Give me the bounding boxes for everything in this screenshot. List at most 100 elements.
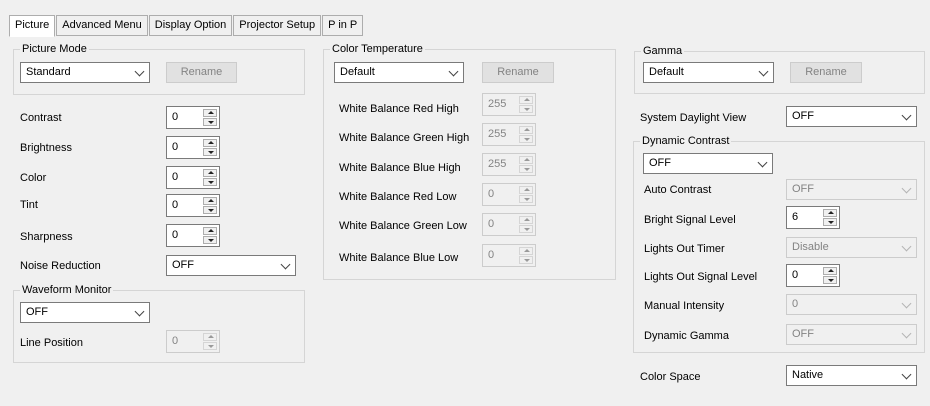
spin-up-icon[interactable] bbox=[203, 333, 217, 341]
waveform-monitor-select[interactable]: OFF bbox=[20, 302, 150, 323]
color-space-value: Native bbox=[792, 369, 824, 381]
color-temperature-rename-button[interactable]: Rename bbox=[482, 62, 554, 83]
spin-up-icon[interactable] bbox=[519, 216, 533, 224]
picture-mode-select[interactable]: Standard bbox=[20, 62, 150, 83]
chevron-down-icon bbox=[758, 66, 769, 77]
spin-up-icon[interactable] bbox=[519, 186, 533, 194]
wb-blue-high-spinbox[interactable]: 255 bbox=[482, 153, 536, 176]
daylight-label: System Daylight View bbox=[640, 112, 747, 124]
picture-mode-title: Picture Mode bbox=[20, 42, 89, 56]
tab-bar: Picture Advanced Menu Display Option Pro… bbox=[9, 15, 364, 37]
color-temperature-select[interactable]: Default bbox=[334, 62, 464, 83]
wb-red-high-value: 255 bbox=[488, 98, 507, 110]
gamma-rename-button[interactable]: Rename bbox=[790, 62, 862, 83]
contrast-label: Contrast bbox=[20, 112, 62, 124]
dynamic-contrast-title: Dynamic Contrast bbox=[640, 134, 732, 148]
contrast-spinbox[interactable]: 0 bbox=[166, 106, 220, 129]
sharpness-spinbox[interactable]: 0 bbox=[166, 224, 220, 247]
spin-down-icon[interactable] bbox=[519, 135, 533, 143]
color-temperature-title: Color Temperature bbox=[330, 42, 425, 56]
waveform-monitor-group: Waveform Monitor bbox=[13, 283, 305, 363]
wb-red-low-value: 0 bbox=[488, 188, 495, 200]
chevron-down-icon bbox=[901, 241, 912, 252]
spin-up-icon[interactable] bbox=[203, 169, 217, 177]
lights-out-timer-select[interactable]: Disable bbox=[786, 237, 917, 258]
auto-contrast-select[interactable]: OFF bbox=[786, 179, 917, 200]
tab-projector-setup[interactable]: Projector Setup bbox=[233, 15, 322, 36]
auto-contrast-value: OFF bbox=[792, 183, 814, 195]
spin-up-icon[interactable] bbox=[203, 227, 217, 235]
bright-signal-spinbox[interactable]: 6 bbox=[786, 206, 840, 229]
daylight-select[interactable]: OFF bbox=[786, 106, 917, 127]
spin-up-icon[interactable] bbox=[203, 139, 217, 147]
wb-green-low-label: White Balance Green Low bbox=[339, 220, 467, 232]
spin-down-icon[interactable] bbox=[823, 276, 837, 284]
chevron-down-icon bbox=[280, 259, 291, 270]
wb-blue-high-value: 255 bbox=[488, 158, 507, 170]
lights-out-signal-spinbox[interactable]: 0 bbox=[786, 264, 840, 287]
wb-blue-low-spinbox[interactable]: 0 bbox=[482, 244, 536, 267]
dynamic-gamma-select[interactable]: OFF bbox=[786, 324, 917, 345]
wb-green-high-spinbox[interactable]: 255 bbox=[482, 123, 536, 146]
daylight-value: OFF bbox=[792, 110, 814, 122]
tab-advanced-menu[interactable]: Advanced Menu bbox=[56, 15, 148, 36]
dynamic-contrast-value: OFF bbox=[649, 157, 671, 169]
manual-intensity-select[interactable]: 0 bbox=[786, 294, 917, 315]
spin-down-icon[interactable] bbox=[203, 178, 217, 186]
chevron-down-icon bbox=[134, 66, 145, 77]
wb-red-low-spinbox[interactable]: 0 bbox=[482, 183, 536, 206]
wb-red-low-label: White Balance Red Low bbox=[339, 191, 457, 203]
spin-up-icon[interactable] bbox=[519, 126, 533, 134]
spin-down-icon[interactable] bbox=[519, 165, 533, 173]
color-value: 0 bbox=[172, 171, 179, 183]
wb-green-low-value: 0 bbox=[488, 218, 495, 230]
spin-down-icon[interactable] bbox=[519, 225, 533, 233]
wb-green-low-spinbox[interactable]: 0 bbox=[482, 213, 536, 236]
spin-up-icon[interactable] bbox=[519, 247, 533, 255]
spin-down-icon[interactable] bbox=[519, 256, 533, 264]
noise-reduction-value: OFF bbox=[172, 259, 194, 271]
wb-red-high-spinbox[interactable]: 255 bbox=[482, 93, 536, 116]
line-position-label: Line Position bbox=[20, 337, 83, 349]
chevron-down-icon bbox=[448, 66, 459, 77]
tint-spinbox[interactable]: 0 bbox=[166, 194, 220, 217]
spin-up-icon[interactable] bbox=[823, 209, 837, 217]
color-space-label: Color Space bbox=[640, 371, 701, 383]
spin-up-icon[interactable] bbox=[823, 267, 837, 275]
spin-down-icon[interactable] bbox=[519, 195, 533, 203]
wb-blue-high-label: White Balance Blue High bbox=[339, 162, 461, 174]
noise-reduction-select[interactable]: OFF bbox=[166, 255, 296, 276]
line-position-spinbox[interactable]: 0 bbox=[166, 330, 220, 353]
spin-down-icon[interactable] bbox=[203, 236, 217, 244]
spin-up-icon[interactable] bbox=[203, 109, 217, 117]
tab-picture[interactable]: Picture bbox=[9, 15, 56, 37]
spin-down-icon[interactable] bbox=[203, 342, 217, 350]
picture-mode-rename-button[interactable]: Rename bbox=[166, 62, 237, 83]
chevron-down-icon bbox=[901, 298, 912, 309]
brightness-spinbox[interactable]: 0 bbox=[166, 136, 220, 159]
spin-up-icon[interactable] bbox=[519, 96, 533, 104]
bright-signal-label: Bright Signal Level bbox=[644, 214, 736, 226]
tint-label: Tint bbox=[20, 199, 38, 211]
spin-down-icon[interactable] bbox=[203, 148, 217, 156]
tab-p-in-p[interactable]: P in P bbox=[322, 15, 364, 36]
wb-green-high-value: 255 bbox=[488, 128, 507, 140]
spin-down-icon[interactable] bbox=[823, 218, 837, 226]
auto-contrast-label: Auto Contrast bbox=[644, 184, 712, 196]
color-space-select[interactable]: Native bbox=[786, 365, 917, 386]
sharpness-label: Sharpness bbox=[20, 231, 73, 243]
wb-blue-low-label: White Balance Blue Low bbox=[339, 252, 459, 264]
dynamic-contrast-select[interactable]: OFF bbox=[643, 153, 773, 174]
spin-up-icon[interactable] bbox=[203, 197, 217, 205]
spin-down-icon[interactable] bbox=[203, 206, 217, 214]
contrast-value: 0 bbox=[172, 111, 179, 123]
tab-display-option[interactable]: Display Option bbox=[148, 15, 233, 36]
spin-down-icon[interactable] bbox=[203, 118, 217, 126]
spin-down-icon[interactable] bbox=[519, 105, 533, 113]
gamma-select[interactable]: Default bbox=[643, 62, 774, 83]
bright-signal-value: 6 bbox=[792, 211, 799, 223]
dynamic-gamma-value: OFF bbox=[792, 328, 814, 340]
spin-up-icon[interactable] bbox=[519, 156, 533, 164]
lights-out-timer-label: Lights Out Timer bbox=[644, 243, 725, 255]
color-spinbox[interactable]: 0 bbox=[166, 166, 220, 189]
